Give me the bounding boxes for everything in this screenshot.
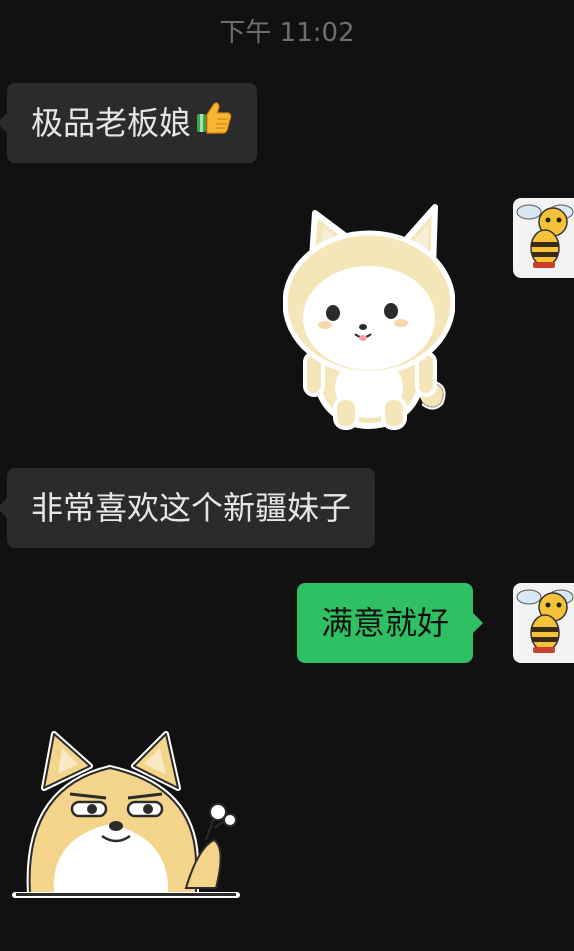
incoming-message-bubble[interactable]: 非常喜欢这个新疆妹子 — [0, 468, 376, 548]
message-text: 满意就好 — [321, 604, 450, 642]
shiba-smug-sticker[interactable] — [10, 728, 242, 907]
message-text: 非常喜欢这个新疆妹子 — [31, 489, 352, 527]
incoming-message-bubble[interactable]: 极品老板娘 — [0, 83, 258, 165]
message-timestamp: 下午 11:02 — [219, 18, 355, 48]
avatar[interactable] — [513, 583, 574, 663]
message-text: 极品老板娘 — [31, 104, 192, 142]
cream-shiba-sticker[interactable] — [282, 203, 456, 439]
avatar[interactable] — [513, 198, 574, 278]
bee-avatar-icon — [513, 589, 574, 663]
outgoing-message-bubble[interactable]: 满意就好 — [297, 583, 484, 663]
bee-avatar-icon — [513, 204, 574, 278]
chat-screen: 下午 11:02 极品老板娘 非常喜欢这个新疆妹子 满意就好 — [0, 0, 574, 951]
thumbs-up-icon — [195, 85, 233, 165]
